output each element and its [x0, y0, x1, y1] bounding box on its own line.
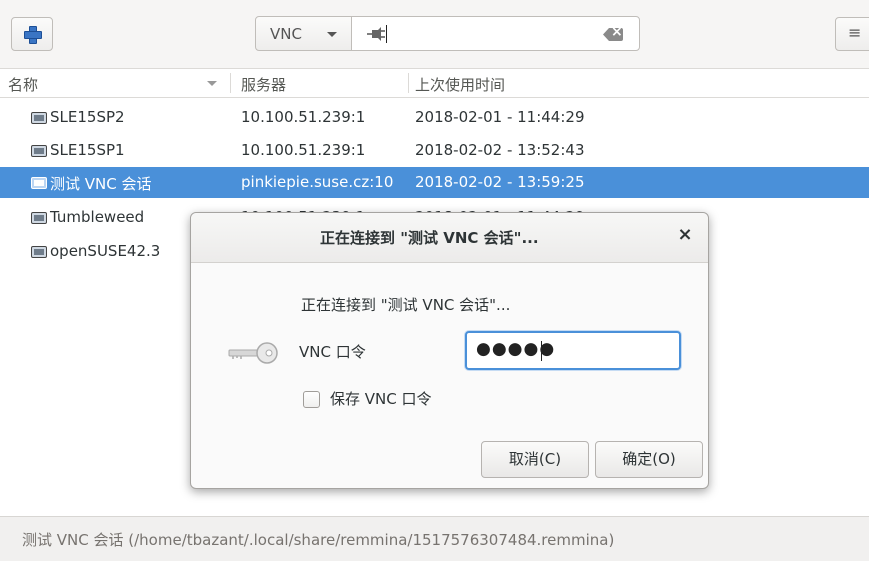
row-last-used: 2018-02-02 - 13:52:43	[415, 141, 585, 159]
row-name: Tumbleweed	[50, 208, 145, 226]
row-server: 10.100.51.239:1	[241, 141, 366, 159]
row-name: SLE15SP2	[50, 108, 125, 126]
column-separator	[408, 73, 409, 93]
password-value: ●●●●●	[476, 339, 556, 359]
connection-icon	[31, 177, 47, 189]
sort-chevron-icon	[207, 81, 217, 86]
ok-button[interactable]: 确定(O)	[595, 441, 703, 478]
row-name: SLE15SP1	[50, 141, 125, 159]
text-cursor	[386, 25, 387, 43]
connection-icon	[31, 212, 47, 224]
column-last-used[interactable]: 上次使用时间	[415, 74, 505, 95]
plug-icon	[367, 27, 385, 41]
column-separator	[230, 73, 231, 93]
table-row-selected[interactable]: 测试 VNC 会话 pinkiepie.suse.cz:10 2018-02-0…	[0, 167, 869, 198]
connection-icon	[31, 145, 47, 157]
connection-icon	[31, 112, 47, 124]
status-text: 测试 VNC 会话 (/home/tbazant/.local/share/re…	[22, 531, 615, 549]
password-field[interactable]: ●●●●●	[465, 331, 681, 370]
column-header: 名称 服务器 上次使用时间	[0, 68, 869, 98]
add-connection-button[interactable]	[11, 17, 53, 51]
column-name[interactable]: 名称	[8, 74, 38, 95]
close-icon[interactable]: ×	[675, 225, 695, 245]
save-password-label[interactable]: 保存 VNC 口令	[330, 388, 432, 409]
toolbar: VNC ≡	[0, 0, 869, 68]
cancel-button[interactable]: 取消(C)	[481, 441, 589, 478]
main-menu-button[interactable]: ≡	[835, 17, 869, 51]
dialog-message: 正在连接到 "测试 VNC 会话"...	[301, 296, 511, 314]
row-server: pinkiepie.suse.cz:10	[241, 173, 394, 191]
row-last-used: 2018-02-02 - 13:59:25	[415, 173, 585, 191]
password-label: VNC 口令	[299, 343, 366, 361]
dialog-titlebar: 正在连接到 "测试 VNC 会话"... ×	[191, 213, 708, 263]
dialog-title: 正在连接到 "测试 VNC 会话"...	[320, 229, 539, 247]
clear-icon[interactable]	[603, 28, 623, 41]
key-icon	[228, 342, 278, 364]
row-last-used: 2018-02-01 - 11:44:29	[415, 108, 585, 126]
row-name: 测试 VNC 会话	[50, 175, 152, 193]
quick-connect-input[interactable]	[351, 16, 640, 51]
save-password-checkbox[interactable]	[303, 391, 320, 408]
chevron-down-icon	[327, 32, 337, 37]
table-row[interactable]: SLE15SP1 10.100.51.239:1 2018-02-02 - 13…	[0, 135, 869, 166]
protocol-select-value: VNC	[270, 24, 302, 43]
protocol-select[interactable]: VNC	[255, 16, 352, 51]
row-name: openSUSE42.3	[50, 242, 161, 260]
column-server[interactable]: 服务器	[241, 74, 286, 95]
connecting-dialog: 正在连接到 "测试 VNC 会话"... × 正在连接到 "测试 VNC 会话"…	[190, 212, 709, 489]
table-row[interactable]: SLE15SP2 10.100.51.239:1 2018-02-01 - 11…	[0, 102, 869, 133]
connection-icon	[31, 246, 47, 258]
status-bar: 测试 VNC 会话 (/home/tbazant/.local/share/re…	[0, 516, 869, 561]
row-server: 10.100.51.239:1	[241, 108, 366, 126]
text-cursor	[541, 341, 542, 361]
plus-icon	[24, 26, 42, 44]
